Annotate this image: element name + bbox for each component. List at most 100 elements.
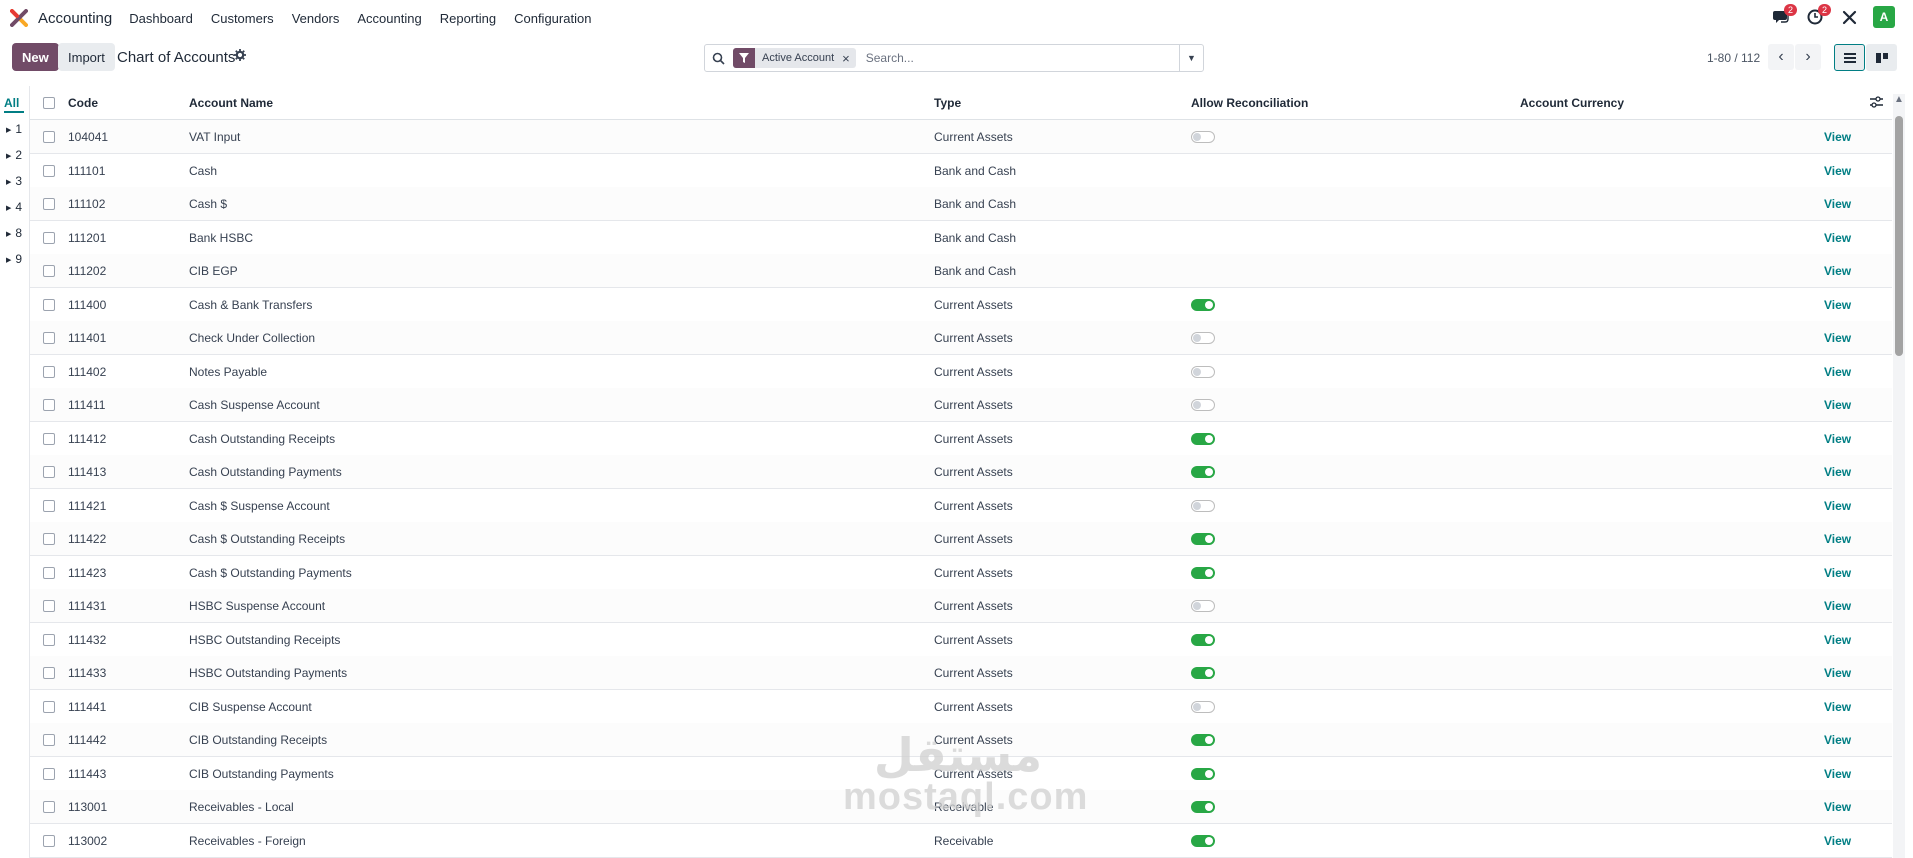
table-row[interactable]: 111441 CIB Suspense Account Current Assets… (30, 690, 1892, 724)
row-checkbox[interactable] (43, 600, 55, 612)
app-logo-icon[interactable] (10, 9, 28, 27)
gear-icon[interactable] (234, 49, 246, 64)
view-link[interactable]: View (1824, 365, 1851, 379)
allow-reconciliation-toggle[interactable] (1191, 667, 1215, 679)
table-row[interactable]: 111102 Cash $ Bank and Cash View (30, 187, 1892, 221)
facet-remove-icon[interactable]: × (842, 51, 856, 66)
row-checkbox[interactable] (43, 164, 55, 177)
view-link[interactable]: View (1824, 164, 1851, 178)
row-checkbox[interactable] (43, 231, 55, 244)
table-row[interactable]: 111202 CIB EGP Bank and Cash View (30, 254, 1892, 288)
view-link[interactable]: View (1824, 264, 1851, 278)
table-row[interactable]: 111413 Cash Outstanding Payments Current A… (30, 455, 1892, 489)
view-link[interactable]: View (1824, 666, 1851, 680)
sidebar-item-all[interactable]: All (4, 96, 24, 113)
new-button[interactable]: New (12, 43, 59, 71)
view-link[interactable]: View (1824, 130, 1851, 144)
menu-dashboard[interactable]: Dashboard (129, 11, 193, 26)
allow-reconciliation-toggle[interactable] (1191, 131, 1215, 143)
search-options-toggle-icon[interactable]: ▼ (1179, 45, 1203, 71)
row-checkbox[interactable] (43, 533, 55, 545)
messages-icon[interactable]: 2 (1771, 4, 1797, 27)
allow-reconciliation-toggle[interactable] (1191, 365, 1215, 378)
view-link[interactable]: View (1824, 331, 1851, 345)
row-checkbox[interactable] (43, 499, 55, 512)
sidebar-item-group[interactable]: ▶ 2 (6, 148, 22, 162)
view-link[interactable]: View (1824, 532, 1851, 546)
row-checkbox[interactable] (43, 332, 55, 344)
view-link[interactable]: View (1824, 800, 1851, 814)
search-icon[interactable] (705, 52, 731, 65)
row-checkbox[interactable] (43, 399, 55, 411)
row-checkbox[interactable] (43, 767, 55, 780)
select-all-checkbox[interactable] (43, 97, 55, 109)
allow-reconciliation-toggle[interactable] (1191, 600, 1215, 612)
view-link[interactable]: View (1824, 465, 1851, 479)
menu-configuration[interactable]: Configuration (514, 11, 591, 26)
row-checkbox[interactable] (43, 432, 55, 445)
sidebar-item-group[interactable]: ▶ 1 (6, 122, 22, 136)
view-link[interactable]: View (1824, 398, 1851, 412)
table-row[interactable]: 111101 Cash Bank and Cash View (30, 154, 1892, 188)
row-checkbox[interactable] (43, 566, 55, 579)
menu-reporting[interactable]: Reporting (440, 11, 496, 26)
table-row[interactable]: 111401 Check Under Collection Current Asse… (30, 321, 1892, 355)
view-link[interactable]: View (1824, 767, 1851, 781)
menu-vendors[interactable]: Vendors (292, 11, 340, 26)
scroll-up-icon[interactable]: ▲ (1894, 94, 1904, 105)
sidebar-item-group[interactable]: ▶ 3 (6, 174, 22, 188)
table-row[interactable]: 111433 HSBC Outstanding Payments Current A… (30, 656, 1892, 690)
debug-tools-icon[interactable] (1839, 7, 1859, 27)
view-link[interactable]: View (1824, 499, 1851, 513)
page-title[interactable]: Chart of Accounts (117, 49, 235, 66)
row-checkbox[interactable] (43, 131, 55, 143)
table-row[interactable]: 111400 Cash & Bank Transfers Current Asset… (30, 288, 1892, 322)
sidebar-item-group[interactable]: ▶ 8 (6, 226, 22, 240)
column-header-account-currency[interactable]: Account Currency (1520, 96, 1624, 110)
vertical-scrollbar[interactable]: ▲ (1893, 94, 1905, 858)
allow-reconciliation-toggle[interactable] (1191, 432, 1215, 445)
row-checkbox[interactable] (43, 801, 55, 813)
view-link[interactable]: View (1824, 700, 1851, 714)
allow-reconciliation-toggle[interactable] (1191, 633, 1215, 646)
allow-reconciliation-toggle[interactable] (1191, 466, 1215, 478)
table-row[interactable]: 111201 Bank HSBC Bank and Cash View (30, 221, 1892, 255)
app-name[interactable]: Accounting (38, 10, 112, 27)
activities-clock-icon[interactable]: 2 (1805, 4, 1831, 27)
search-input[interactable] (855, 46, 1179, 70)
view-link[interactable]: View (1824, 733, 1851, 747)
pager-previous-icon[interactable]: ‹ (1768, 44, 1794, 70)
allow-reconciliation-toggle[interactable] (1191, 834, 1215, 847)
allow-reconciliation-toggle[interactable] (1191, 734, 1215, 746)
column-header-code[interactable]: Code (68, 96, 98, 110)
view-link[interactable]: View (1824, 298, 1851, 312)
view-link[interactable]: View (1824, 566, 1851, 580)
table-row[interactable]: 111423 Cash $ Outstanding Payments Current… (30, 556, 1892, 590)
row-checkbox[interactable] (43, 298, 55, 311)
table-row[interactable]: 104041 VAT Input Current Assets View (30, 120, 1892, 154)
row-checkbox[interactable] (43, 667, 55, 679)
allow-reconciliation-toggle[interactable] (1191, 298, 1215, 311)
allow-reconciliation-toggle[interactable] (1191, 767, 1215, 780)
optional-columns-icon[interactable] (1870, 96, 1883, 111)
table-row[interactable]: 111402 Notes Payable Current Assets View (30, 355, 1892, 389)
pager-value[interactable]: 1-80 / 112 (1707, 51, 1760, 65)
table-row[interactable]: 113002 Receivables - Foreign Receivable Vie… (30, 824, 1892, 858)
scrollbar-thumb[interactable] (1895, 116, 1903, 356)
table-row[interactable]: 111422 Cash $ Outstanding Receipts Current… (30, 522, 1892, 556)
table-row[interactable]: 111432 HSBC Outstanding Receipts Current A… (30, 623, 1892, 657)
allow-reconciliation-toggle[interactable] (1191, 801, 1215, 813)
view-link[interactable]: View (1824, 432, 1851, 446)
view-link[interactable]: View (1824, 197, 1851, 211)
menu-customers[interactable]: Customers (211, 11, 274, 26)
allow-reconciliation-toggle[interactable] (1191, 399, 1215, 411)
row-checkbox[interactable] (43, 466, 55, 478)
menu-accounting[interactable]: Accounting (357, 11, 421, 26)
column-header-account-name[interactable]: Account Name (189, 96, 273, 110)
row-checkbox[interactable] (43, 265, 55, 277)
column-header-allow-reconciliation[interactable]: Allow Reconciliation (1191, 96, 1308, 110)
allow-reconciliation-toggle[interactable] (1191, 566, 1215, 579)
sidebar-item-group[interactable]: ▶ 9 (6, 252, 22, 266)
import-button[interactable]: Import (58, 43, 115, 71)
pager-next-icon[interactable]: › (1795, 44, 1821, 70)
